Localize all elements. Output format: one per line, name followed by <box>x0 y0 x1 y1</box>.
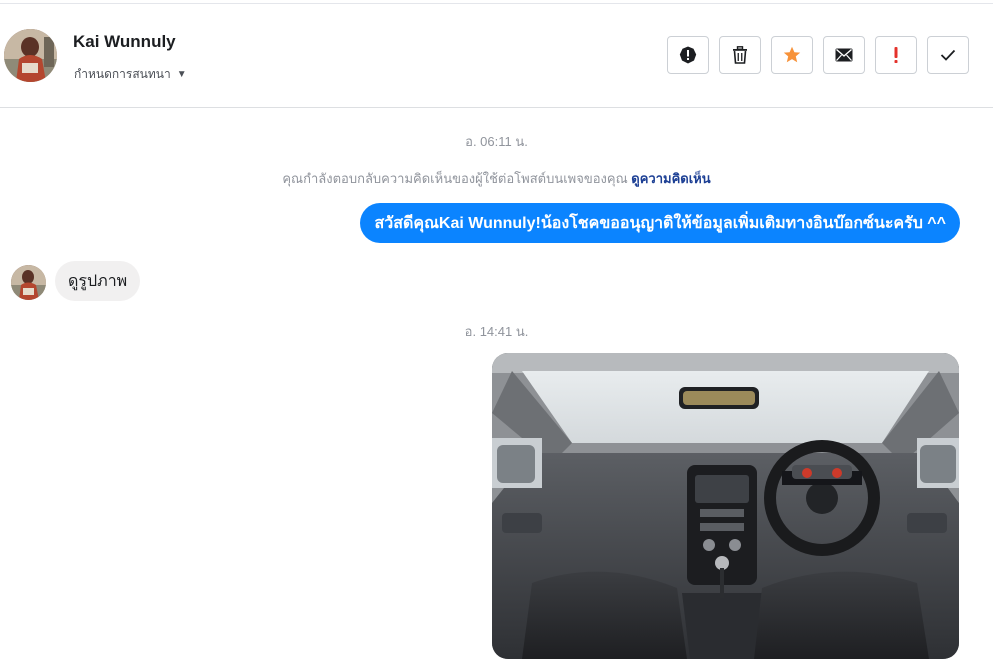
contact-name[interactable]: Kai Wunnuly <box>73 32 176 52</box>
outgoing-message-bubble: สวัสดีคุณKai Wunnuly!น้องโชคขออนุญาติให้… <box>360 203 960 243</box>
conversation-header: Kai Wunnuly กำหนดการสนทนา ▼ <box>0 4 993 108</box>
conversation-toolbar <box>667 36 969 74</box>
delete-button[interactable] <box>719 36 761 74</box>
incoming-message-bubble: ดูรูปภาพ <box>55 261 141 301</box>
envelope-icon <box>835 48 853 62</box>
exclamation-circle-icon <box>679 46 697 64</box>
sender-avatar[interactable] <box>11 265 46 300</box>
view-comment-link[interactable]: ดูความคิดเห็น <box>631 171 710 186</box>
exclamation-mark-icon <box>894 47 898 63</box>
comment-reply-notice: คุณกำลังตอบกลับความคิดเห็นของผู้ใช้ต่อโพ… <box>0 168 993 189</box>
conversation-settings-dropdown[interactable]: กำหนดการสนทนา ▼ <box>74 65 187 84</box>
message-timestamp: อ. 06:11 น. <box>465 134 528 149</box>
star-icon <box>783 46 801 63</box>
contact-avatar[interactable] <box>4 29 57 82</box>
mark-unread-button[interactable] <box>823 36 865 74</box>
caret-down-icon: ▼ <box>176 69 187 80</box>
follow-up-button[interactable] <box>875 36 917 74</box>
conversation-settings-label: กำหนดการสนทนา <box>74 67 171 81</box>
notice-text: คุณกำลังตอบกลับความคิดเห็นของผู้ใช้ต่อโพ… <box>282 171 632 186</box>
message-timestamp: อ. 14:41 น. <box>464 324 529 339</box>
star-button[interactable] <box>771 36 813 74</box>
mark-done-button[interactable] <box>927 36 969 74</box>
check-icon <box>940 49 956 61</box>
report-spam-button[interactable] <box>667 36 709 74</box>
trash-icon <box>733 46 747 64</box>
car-interior-photo[interactable] <box>492 353 959 659</box>
